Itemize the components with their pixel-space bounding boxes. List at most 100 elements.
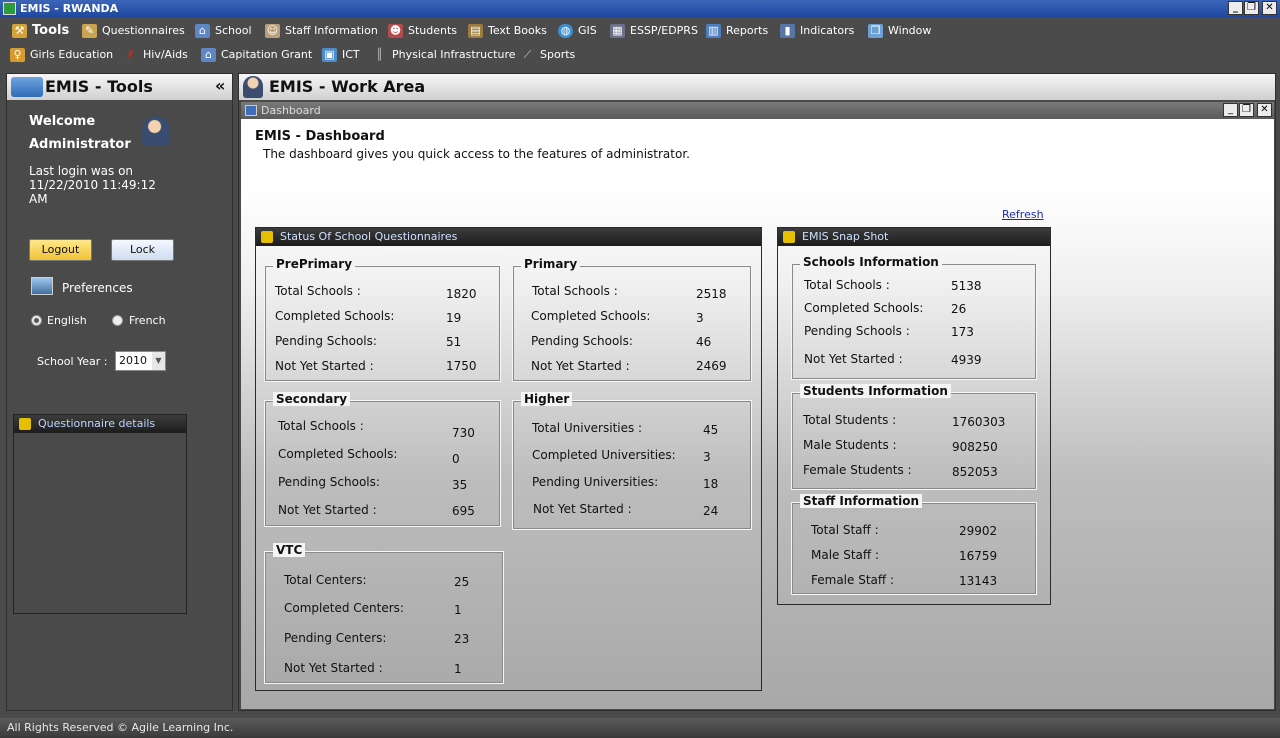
- menu-item-tools[interactable]: ⚒ Tools: [12, 20, 69, 42]
- vtc-notstarted-label: Not Yet Started :: [284, 661, 383, 675]
- primary-group: Primary Total Schools : 2518 Completed Sc…: [512, 257, 752, 382]
- collapse-panel-button[interactable]: «: [215, 76, 225, 95]
- menu-item-indicators[interactable]: ▮ Indicators: [780, 20, 854, 42]
- menu-item-text-books[interactable]: ▤ Text Books: [468, 20, 547, 42]
- vtc-total-value: 25: [454, 575, 470, 589]
- lock-button[interactable]: Lock: [111, 239, 174, 261]
- refresh-link[interactable]: Refresh: [1002, 208, 1044, 221]
- questionnaire-details-panel: Questionnaire details: [13, 414, 187, 614]
- questionnaire-details-header: Questionnaire details: [14, 415, 186, 433]
- dashboard-close-button[interactable]: ✕: [1257, 103, 1272, 117]
- higher-total-value: 45: [703, 423, 719, 437]
- menu-item-reports[interactable]: ▥ Reports: [706, 20, 768, 42]
- work-area: EMIS - Work Area Dashboard _ ❐ ✕ EMIS - …: [238, 73, 1276, 711]
- french-radio[interactable]: [112, 315, 123, 326]
- preprimary-completed-label: Completed Schools:: [275, 309, 395, 323]
- vtc-pending-label: Pending Centers:: [284, 631, 387, 645]
- vtc-completed-label: Completed Centers:: [284, 601, 404, 615]
- primary-total-label: Total Schools :: [532, 284, 618, 298]
- secondary-notstarted-value: 695: [452, 504, 475, 518]
- snap-shot-header: EMIS Snap Shot: [778, 228, 1050, 246]
- footer-status-bar: All Rights Reserved © Agile Learning Inc…: [0, 718, 1280, 738]
- status-panel-header: Status Of School Questionnaires: [256, 228, 761, 246]
- dashboard-minimize-button[interactable]: _: [1223, 103, 1238, 117]
- restore-button[interactable]: ❐: [1244, 1, 1259, 15]
- primary-notstarted-value: 2469: [696, 359, 727, 373]
- menu-item-sports[interactable]: ⟋ Sports: [520, 44, 576, 66]
- english-radio[interactable]: [31, 315, 42, 326]
- snap-female-students-label: Female Students :: [803, 463, 912, 477]
- secondary-pending-value: 35: [452, 478, 468, 492]
- tools-panel-title: EMIS - Tools: [45, 77, 153, 96]
- menu-item-physical-infrastructure[interactable]: ║ Physical Infrastructure: [372, 44, 515, 66]
- menu-item-window[interactable]: ❐ Window: [868, 20, 931, 42]
- ict-icon: ▣: [322, 48, 337, 62]
- staff-icon: ☺: [265, 24, 280, 38]
- emis-snap-shot-panel: EMIS Snap Shot Schools Information Total…: [777, 227, 1051, 605]
- last-login-time: 11/22/2010 11:49:12: [29, 178, 156, 192]
- menu-item-essp-edprs[interactable]: ▦ ESSP/EDPRS: [610, 20, 698, 42]
- grant-icon: ⌂: [201, 48, 216, 62]
- menu-item-students[interactable]: ☻ Students: [388, 20, 457, 42]
- snap-pending-schools-label: Pending Schools :: [804, 324, 910, 338]
- snap-notstarted-value: 4939: [951, 353, 982, 367]
- logout-button[interactable]: Logout: [29, 239, 92, 261]
- dashboard-restore-button[interactable]: ❐: [1239, 103, 1254, 117]
- students-information-group: Students Information Total Students : 176…: [791, 384, 1037, 490]
- snap-notstarted-label: Not Yet Started :: [804, 352, 903, 366]
- preferences-icon: [31, 277, 53, 295]
- menu-item-school[interactable]: ⌂ School: [195, 20, 252, 42]
- menu-item-gis[interactable]: ◍ GIS: [558, 20, 597, 42]
- app-icon: [3, 2, 16, 15]
- minimize-button[interactable]: _: [1228, 1, 1243, 15]
- work-area-title: EMIS - Work Area: [269, 77, 426, 96]
- higher-notstarted-label: Not Yet Started :: [533, 502, 632, 516]
- admin-avatar-icon: [142, 116, 170, 146]
- higher-notstarted-value: 24: [703, 504, 719, 518]
- staff-information-group: Staff Information Total Staff : 29902 Mal…: [791, 494, 1037, 595]
- dashboard-description: The dashboard gives you quick access to …: [263, 147, 690, 161]
- infrastructure-icon: ║: [376, 48, 383, 61]
- menu-item-girls-education[interactable]: ♀ Girls Education: [10, 44, 113, 66]
- menu-item-capitation-grant[interactable]: ⌂ Capitation Grant: [201, 44, 312, 66]
- higher-pending-value: 18: [703, 477, 719, 491]
- secondary-completed-value: 0: [452, 452, 460, 466]
- snap-total-staff-value: 29902: [959, 524, 998, 538]
- school-year-select[interactable]: 2010 ▼: [115, 351, 166, 371]
- last-login-ampm: AM: [29, 192, 48, 206]
- puzzle-icon: [19, 418, 31, 430]
- snap-male-staff-value: 16759: [959, 549, 998, 563]
- vtc-group: VTC Total Centers: 25 Completed Centers: 1…: [264, 543, 504, 684]
- textbooks-icon: ▤: [468, 24, 483, 38]
- vtc-completed-value: 1: [454, 603, 462, 617]
- higher-group: Higher Total Universities : 45 Completed …: [512, 392, 752, 530]
- menu-item-ict[interactable]: ▣ ICT: [322, 44, 360, 66]
- higher-total-label: Total Universities :: [532, 421, 643, 435]
- menu-item-hiv-aids[interactable]: ✗ Hiv/Aids: [123, 44, 188, 66]
- school-year-label: School Year :: [37, 355, 108, 368]
- tools-panel-header: EMIS - Tools «: [7, 74, 232, 100]
- snap-completed-schools-label: Completed Schools:: [804, 301, 924, 315]
- dashboard-tab-title: Dashboard: [261, 104, 321, 117]
- secondary-total-value: 730: [452, 426, 475, 440]
- close-button[interactable]: ✕: [1262, 1, 1277, 15]
- snap-male-students-value: 908250: [952, 440, 998, 454]
- snap-female-staff-value: 13143: [959, 574, 998, 588]
- preprimary-pending-value: 51: [446, 335, 462, 349]
- tools-icon: ⚒: [12, 24, 27, 38]
- french-label: French: [129, 314, 166, 327]
- work-area-avatar-icon: [243, 76, 263, 98]
- preferences-label[interactable]: Preferences: [62, 281, 133, 295]
- primary-pending-value: 46: [696, 335, 712, 349]
- vtc-total-label: Total Centers:: [284, 573, 367, 587]
- window-icon: ❐: [868, 24, 883, 38]
- puzzle-icon: [783, 231, 795, 243]
- menu-item-questionnaires[interactable]: ✎ Questionnaires: [82, 20, 185, 42]
- preprimary-title: PrePrimary: [273, 257, 356, 271]
- status-of-school-questionnaires-panel: Status Of School Questionnaires PrePrima…: [255, 227, 762, 691]
- schools-information-group: Schools Information Total Schools :5138 …: [791, 255, 1037, 380]
- snap-completed-schools-value: 26: [951, 302, 967, 316]
- menu-item-staff-information[interactable]: ☺ Staff Information: [265, 20, 378, 42]
- preprimary-pending-label: Pending Schools:: [275, 334, 377, 348]
- tools-panel-icon: [11, 77, 43, 97]
